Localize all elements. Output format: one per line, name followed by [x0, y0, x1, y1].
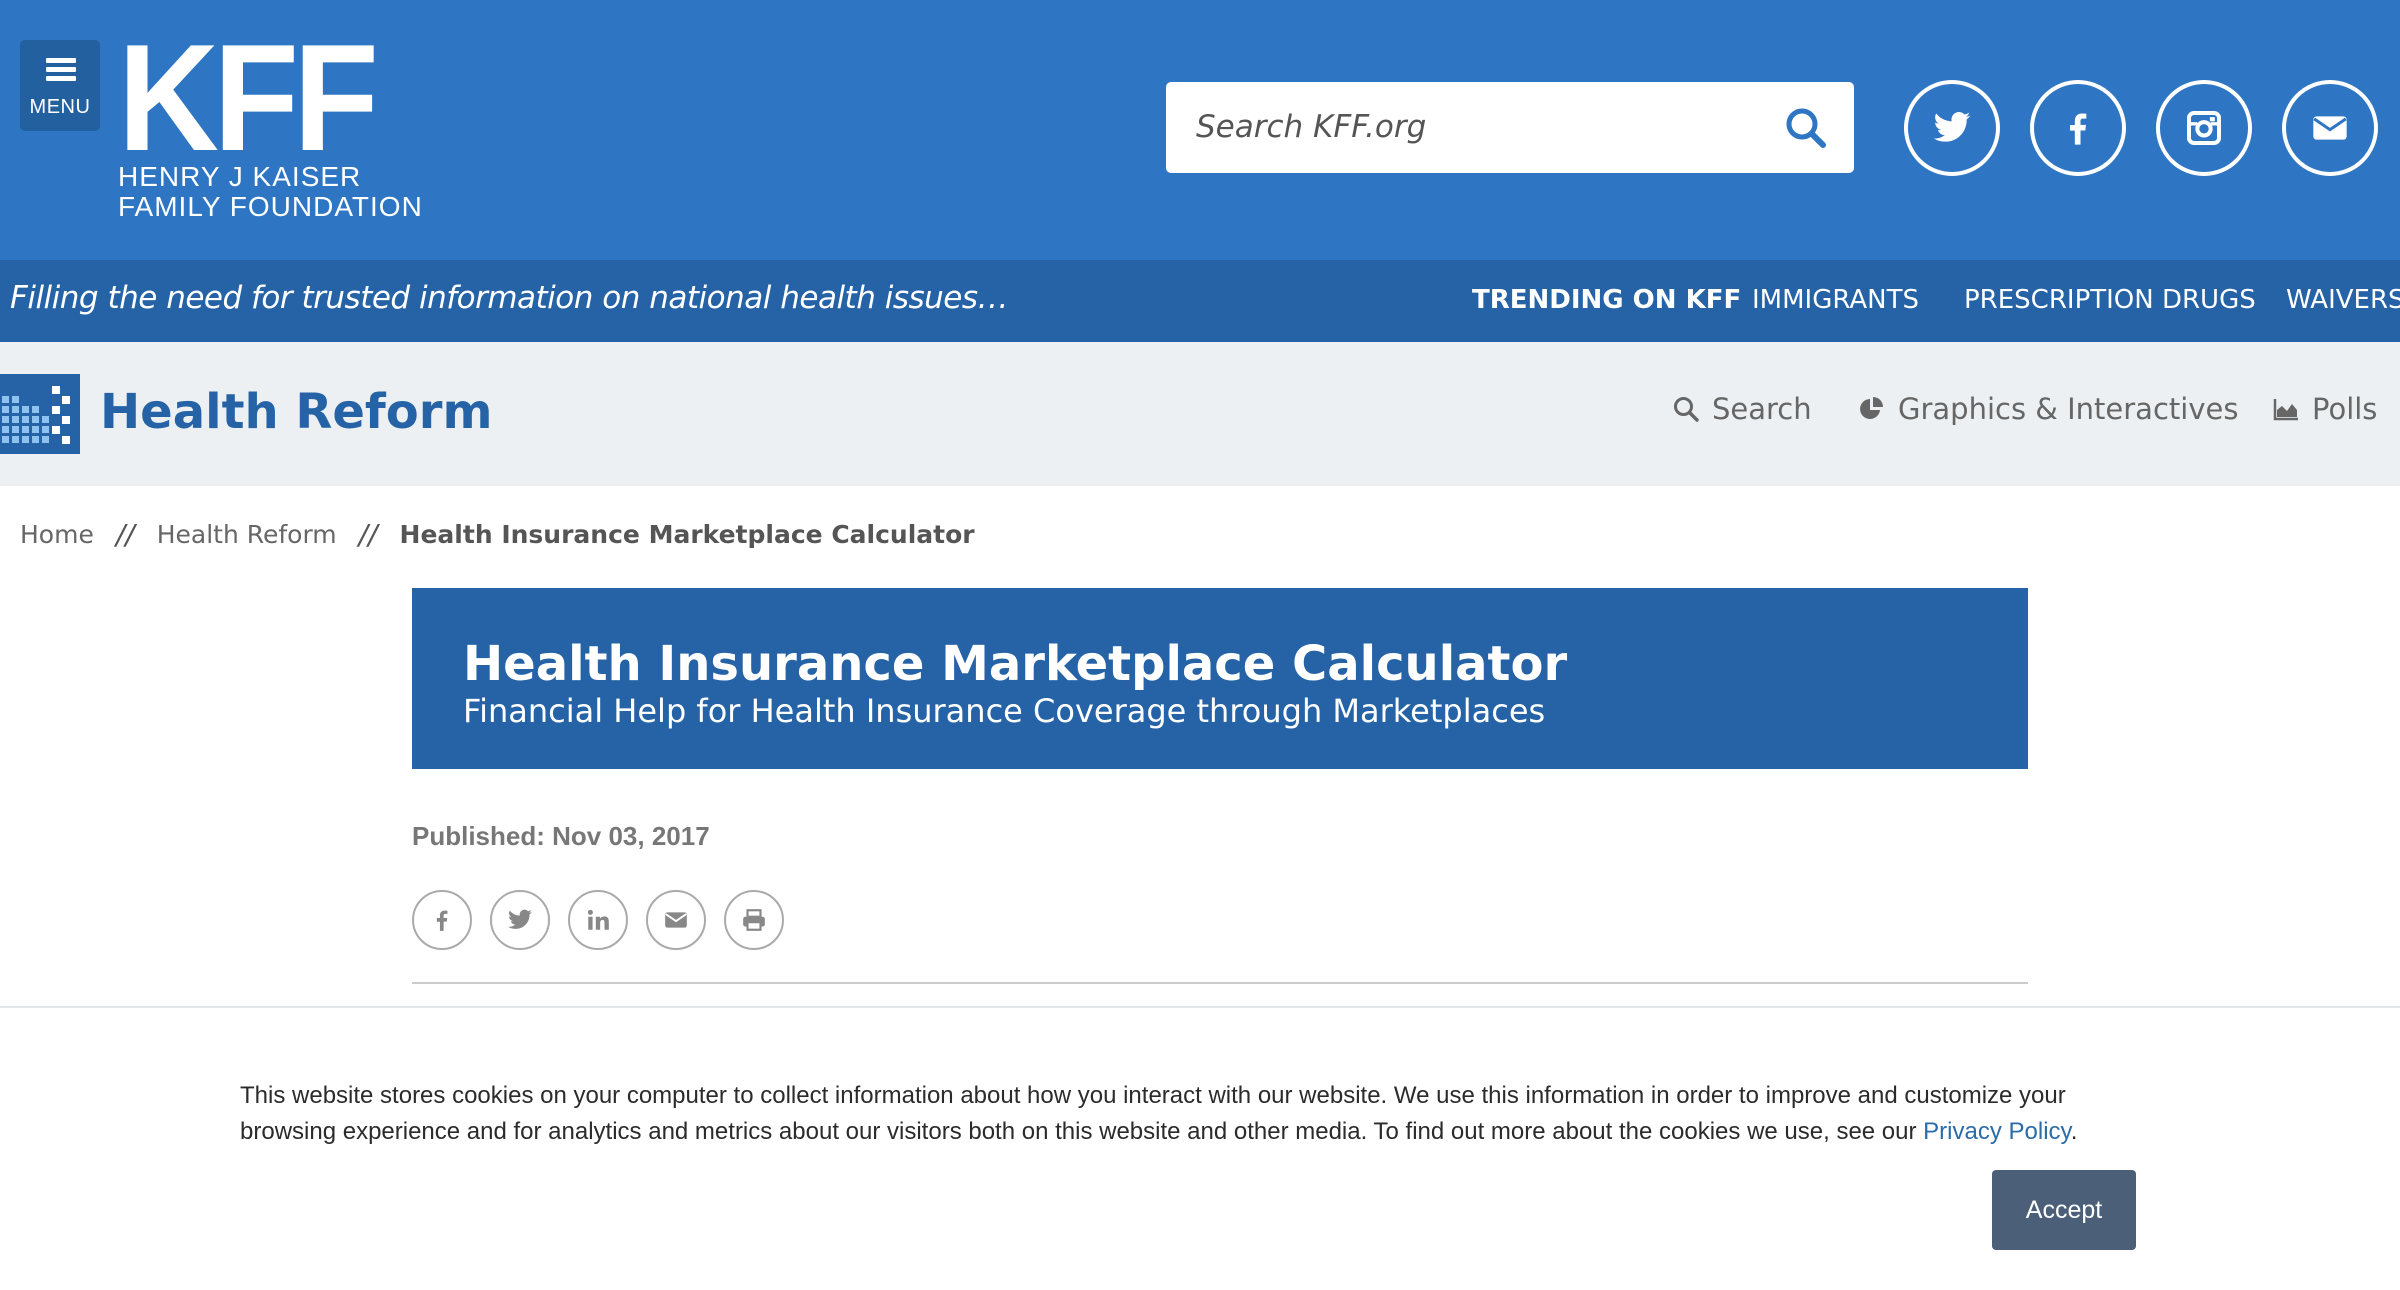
twitter-link[interactable]	[1904, 80, 2000, 176]
trending-bar: Filling the need for trusted information…	[0, 260, 2400, 342]
twitter-icon	[508, 909, 532, 929]
section-search-link[interactable]: Search	[1672, 392, 1812, 426]
logo-line-2: FAMILY FOUNDATION	[118, 191, 423, 222]
breadcrumb-home[interactable]: Home	[20, 520, 94, 549]
privacy-policy-link[interactable]: Privacy Policy	[1923, 1118, 2071, 1145]
breadcrumb-separator: //	[358, 518, 378, 551]
share-linkedin-button[interactable]	[568, 890, 628, 950]
pie-chart-icon	[1860, 397, 1883, 419]
instagram-link[interactable]	[2156, 80, 2252, 176]
page-subtitle: Financial Help for Health Insurance Cove…	[463, 692, 1546, 730]
section-polls-link[interactable]: Polls	[2272, 392, 2377, 426]
trending-item-waivers[interactable]: WAIVERS	[2286, 285, 2400, 315]
menu-button[interactable]: MENU	[20, 40, 100, 131]
facebook-icon	[436, 910, 448, 931]
cookie-text: This website stores cookies on your comp…	[240, 1082, 2066, 1145]
hamburger-icon	[46, 58, 76, 82]
search-icon[interactable]	[1784, 106, 1828, 150]
share-facebook-button[interactable]	[412, 890, 472, 950]
section-graphics-label: Graphics & Interactives	[1898, 392, 2239, 426]
section-title[interactable]: Health Reform	[100, 384, 492, 440]
cookie-banner: This website stores cookies on your comp…	[0, 1006, 2400, 1290]
trending-item-immigrants[interactable]: IMMIGRANTS	[1752, 285, 1919, 315]
breadcrumb-health-reform[interactable]: Health Reform	[157, 520, 337, 549]
kff-logo[interactable]: KFF HENRY J KAISER FAMILY FOUNDATION	[118, 13, 423, 222]
site-search	[1166, 82, 1854, 173]
logo-mark: KFF	[118, 13, 379, 183]
breadcrumb-current: Health Insurance Marketplace Calculator	[399, 520, 975, 549]
cookie-period: .	[2070, 1118, 2078, 1145]
share-email-button[interactable]	[646, 890, 706, 950]
section-header: Health Reform Search Graphics & Interact…	[0, 342, 2400, 486]
accept-cookies-button[interactable]: Accept	[1992, 1170, 2136, 1250]
site-header: MENU KFF HENRY J KAISER FAMILY FOUNDATIO…	[0, 0, 2400, 260]
area-chart-icon	[2273, 399, 2298, 421]
facebook-link[interactable]	[2030, 80, 2126, 176]
page-title-banner: Health Insurance Marketplace Calculator …	[412, 588, 2028, 769]
share-print-button[interactable]	[724, 890, 784, 950]
search-input[interactable]	[1196, 102, 1756, 152]
published-date: Published: Nov 03, 2017	[412, 821, 710, 851]
page-title: Health Insurance Marketplace Calculator	[463, 636, 1568, 692]
trending-label: TRENDING ON KFF	[1472, 285, 1742, 315]
site-tagline: Filling the need for trusted information…	[10, 280, 1009, 316]
facebook-icon	[2070, 113, 2087, 145]
instagram-icon	[2187, 111, 2221, 145]
twitter-icon	[1933, 112, 1971, 142]
email-icon	[665, 912, 687, 928]
email-link[interactable]	[2282, 80, 2378, 176]
breadcrumb-separator: //	[115, 518, 135, 551]
share-twitter-button[interactable]	[490, 890, 550, 950]
email-icon	[2313, 116, 2347, 140]
menu-label: MENU	[29, 96, 91, 118]
health-reform-icon	[0, 374, 80, 454]
cookie-message: This website stores cookies on your comp…	[240, 1078, 2140, 1150]
breadcrumb: Home // Health Reform // Health Insuranc…	[20, 518, 975, 551]
print-icon	[743, 909, 765, 931]
trending-item-prescription-drugs[interactable]: PRESCRIPTION DRUGS	[1964, 285, 2256, 315]
search-icon	[1674, 397, 1699, 422]
section-polls-label: Polls	[2312, 392, 2378, 426]
content-divider	[412, 982, 2028, 984]
linkedin-icon	[587, 909, 609, 930]
section-search-label: Search	[1712, 392, 1812, 426]
section-graphics-link[interactable]: Graphics & Interactives	[1858, 392, 2238, 426]
